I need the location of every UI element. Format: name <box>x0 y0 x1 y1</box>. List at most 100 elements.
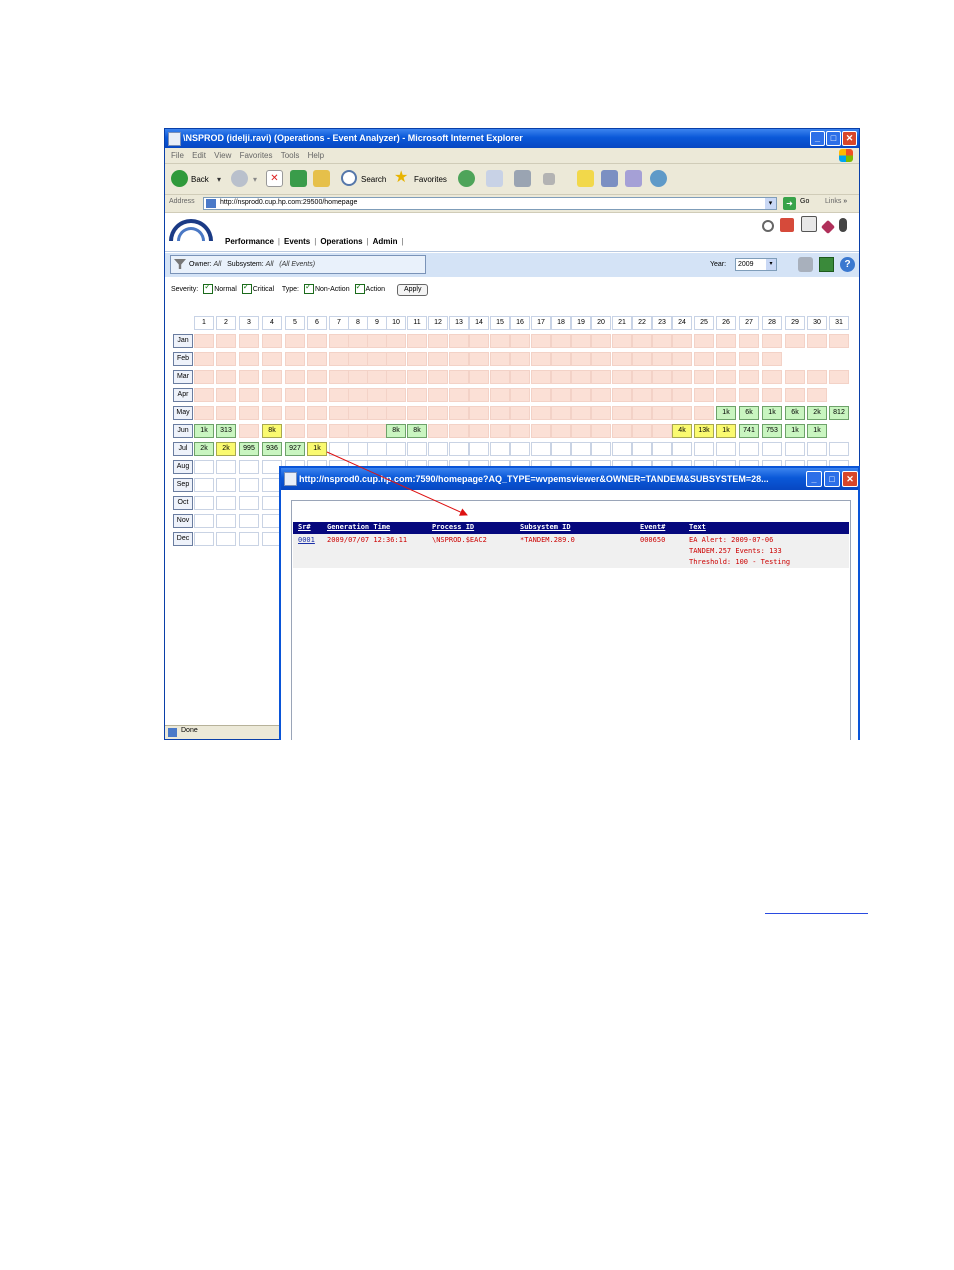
calendar-cell[interactable]: 8k <box>407 424 427 438</box>
nav-performance[interactable]: Performance <box>225 237 274 246</box>
calendar-cell[interactable]: 995 <box>239 442 259 456</box>
address-url[interactable]: http://nsprod0.cup.hp.com:29500/homepage <box>220 199 357 206</box>
apply-button[interactable]: Apply <box>396 284 429 296</box>
close-icon[interactable]: ✕ <box>842 131 857 146</box>
maximize-icon[interactable]: □ <box>826 131 841 146</box>
calendar-cell[interactable]: 1k <box>807 424 827 438</box>
year-select[interactable]: 2009 ▾ <box>735 258 777 271</box>
menu-file[interactable]: File <box>171 148 184 163</box>
calendar-cell[interactable]: 2k <box>194 442 214 456</box>
home-icon[interactable] <box>313 170 330 187</box>
calendar-cell[interactable]: 812 <box>829 406 849 420</box>
calendar-cell[interactable]: 1k <box>716 424 736 438</box>
help-icon[interactable]: ? <box>840 257 855 272</box>
research-icon[interactable] <box>601 170 618 187</box>
calendar-cell[interactable]: 936 <box>262 442 282 456</box>
non-action-checkbox[interactable] <box>303 282 314 295</box>
month-apr-button[interactable]: Apr <box>173 388 193 402</box>
menu-favorites[interactable]: Favorites <box>240 148 273 163</box>
calendar-cell[interactable]: 927 <box>285 442 305 456</box>
favorites-button[interactable]: Favorites <box>414 171 447 189</box>
calendar-cell[interactable]: 313 <box>216 424 236 438</box>
messenger-icon[interactable] <box>650 170 667 187</box>
menu-help[interactable]: Help <box>308 148 324 163</box>
calendar-cell[interactable]: 8k <box>386 424 406 438</box>
close-icon[interactable]: ✕ <box>842 471 858 487</box>
calendar-cell[interactable]: 741 <box>739 424 759 438</box>
links-button[interactable]: Links » <box>825 198 847 205</box>
forward-arrow-icon[interactable] <box>231 170 248 187</box>
search-button[interactable]: Search <box>361 171 386 189</box>
user-icon[interactable] <box>839 218 847 232</box>
month-feb-button[interactable]: Feb <box>173 352 193 366</box>
nav-operations[interactable]: Operations <box>320 237 362 246</box>
col-generation-time[interactable]: Generation Time <box>327 523 390 531</box>
favorites-star-icon[interactable]: ★ <box>394 170 408 188</box>
menu-edit[interactable]: Edit <box>192 148 206 163</box>
upload-icon[interactable] <box>780 218 795 232</box>
book-icon[interactable] <box>820 219 835 235</box>
col-process-id[interactable]: Process ID <box>432 523 474 531</box>
filter-summary[interactable]: Owner: All Subsystem: All (All Events) <box>170 255 426 274</box>
go-button[interactable]: Go <box>800 198 809 205</box>
nav-admin[interactable]: Admin <box>373 237 398 246</box>
minimize-icon[interactable]: _ <box>810 131 825 146</box>
history-icon[interactable] <box>458 170 475 187</box>
menu-view[interactable]: View <box>214 148 231 163</box>
row-sr-link[interactable]: 0001 <box>298 536 315 544</box>
action-checkbox[interactable] <box>354 282 365 295</box>
underline-link[interactable] <box>765 913 868 914</box>
calendar-cell[interactable]: 753 <box>762 424 782 438</box>
month-oct-button[interactable]: Oct <box>173 496 193 510</box>
back-button[interactable]: Back <box>191 171 209 189</box>
calendar-cell[interactable]: 1k <box>785 424 805 438</box>
month-jun-button[interactable]: Jun <box>173 424 193 438</box>
search-icon[interactable] <box>341 170 357 186</box>
menu-tools[interactable]: Tools <box>281 148 300 163</box>
col-event[interactable]: Event# <box>640 523 665 531</box>
excel-icon[interactable] <box>819 257 834 272</box>
month-nov-button[interactable]: Nov <box>173 514 193 528</box>
mail-icon[interactable] <box>486 170 503 187</box>
refresh-icon[interactable] <box>290 170 307 187</box>
month-sep-button[interactable]: Sep <box>173 478 193 492</box>
calendar-cell[interactable]: 1k <box>716 406 736 420</box>
back-arrow-icon[interactable] <box>171 170 188 187</box>
col-subsystem-id[interactable]: Subsystem ID <box>520 523 571 531</box>
notes-icon[interactable] <box>577 170 594 187</box>
printer-icon[interactable] <box>798 257 813 272</box>
maximize-icon[interactable]: □ <box>824 471 840 487</box>
calendar-cell[interactable]: 13k <box>694 424 714 438</box>
calendar-cell[interactable]: 1k <box>307 442 327 456</box>
tools-icon[interactable] <box>625 170 642 187</box>
calendar-cell[interactable]: 6k <box>785 406 805 420</box>
calendar-cell[interactable]: 2k <box>807 406 827 420</box>
forward-dropdown-icon[interactable]: ▾ <box>253 171 257 189</box>
calendar-cell[interactable]: 1k <box>762 406 782 420</box>
go-arrow-icon[interactable]: ➜ <box>783 197 796 210</box>
edit-icon[interactable] <box>543 173 555 185</box>
stop-icon[interactable]: ✕ <box>266 170 283 187</box>
calendar-cell[interactable]: 1k <box>194 424 214 438</box>
calendar-cell[interactable]: 8k <box>262 424 282 438</box>
print-icon[interactable] <box>514 170 531 187</box>
minimize-icon[interactable]: _ <box>806 471 822 487</box>
year-dropdown-icon[interactable]: ▾ <box>766 259 776 270</box>
normal-checkbox[interactable] <box>203 282 214 295</box>
calendar-cell[interactable]: 6k <box>739 406 759 420</box>
search-icon[interactable] <box>762 220 775 232</box>
calendar-cell[interactable]: 2k <box>216 442 236 456</box>
month-mar-button[interactable]: Mar <box>173 370 193 384</box>
col-sr[interactable]: Sr# <box>298 523 311 531</box>
address-dropdown-icon[interactable]: ▾ <box>765 198 776 209</box>
nav-events[interactable]: Events <box>284 237 310 246</box>
address-input[interactable]: http://nsprod0.cup.hp.com:29500/homepage… <box>203 197 777 210</box>
month-jan-button[interactable]: Jan <box>173 334 193 348</box>
col-text[interactable]: Text <box>689 523 706 531</box>
month-dec-button[interactable]: Dec <box>173 532 193 546</box>
export-icon[interactable] <box>800 216 817 232</box>
month-jul-button[interactable]: Jul <box>173 442 193 456</box>
critical-checkbox[interactable] <box>241 282 252 295</box>
month-aug-button[interactable]: Aug <box>173 460 193 474</box>
calendar-cell[interactable]: 4k <box>672 424 692 438</box>
